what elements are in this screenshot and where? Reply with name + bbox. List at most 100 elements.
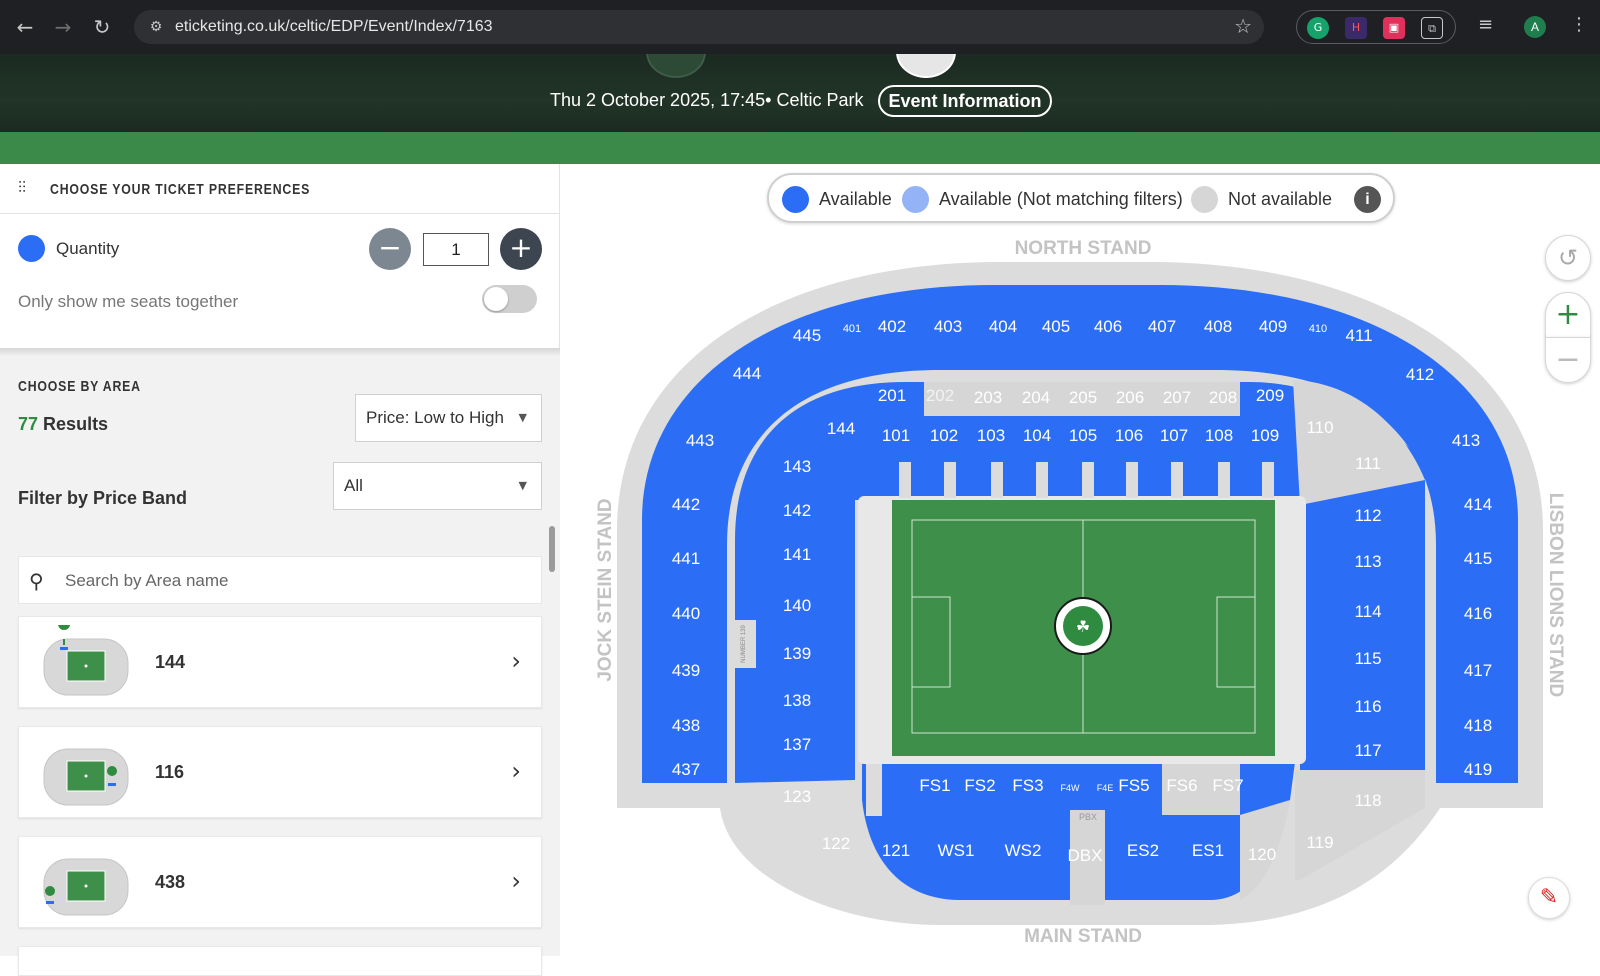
svg-text:417: 417 — [1464, 661, 1492, 680]
reset-view-icon[interactable]: ↺ — [1545, 235, 1591, 281]
svg-text:F4W: F4W — [1061, 783, 1081, 793]
forward-icon[interactable]: → — [50, 14, 76, 40]
svg-text:142: 142 — [783, 501, 811, 520]
svg-text:401: 401 — [843, 323, 861, 335]
price-band-label: Filter by Price Band — [18, 488, 188, 508]
svg-text:FS2: FS2 — [964, 776, 995, 795]
svg-text:104: 104 — [1023, 426, 1051, 445]
quantity-increase-button[interactable]: + — [500, 228, 542, 270]
svg-text:ES1: ES1 — [1192, 841, 1224, 860]
svg-text:123: 123 — [783, 787, 811, 806]
search-icon: ⚲ — [29, 569, 44, 593]
svg-text:117: 117 — [1354, 741, 1381, 760]
svg-text:138: 138 — [783, 691, 811, 710]
main-stand-label: MAIN STAND — [1024, 926, 1142, 947]
svg-text:204: 204 — [1022, 388, 1050, 407]
browser-toolbar: ← → ↻ ⚙ eticketing.co.uk/celtic/EDP/Even… — [0, 0, 1600, 54]
area-card-partial[interactable] — [18, 946, 542, 976]
svg-text:402: 402 — [878, 317, 906, 336]
section-divider — [0, 348, 560, 356]
svg-text:112: 112 — [1354, 506, 1381, 525]
svg-text:418: 418 — [1464, 716, 1492, 735]
extensions-group: G H ▣ ⧉ — [1296, 10, 1456, 44]
svg-text:102: 102 — [930, 426, 958, 445]
area-search-input[interactable] — [65, 567, 525, 595]
svg-text:207: 207 — [1163, 388, 1191, 407]
area-title: CHOOSE BY AREA — [18, 378, 141, 395]
legend-available: Available — [819, 189, 892, 209]
svg-text:109: 109 — [1251, 426, 1279, 445]
svg-text:137: 137 — [783, 735, 811, 754]
info-icon[interactable]: i — [1354, 186, 1381, 213]
svg-text:FS5: FS5 — [1118, 776, 1149, 795]
clipper-icon[interactable]: ▣ — [1383, 17, 1405, 39]
area-card-label: 438 — [155, 872, 186, 892]
svg-text:140: 140 — [783, 596, 811, 615]
event-banner: Thu 2 October 2025, 17:45• Celtic Park E… — [0, 54, 1600, 132]
area-card-116[interactable]: 116 › — [18, 726, 542, 818]
playlist-icon[interactable]: ≡ — [1478, 14, 1493, 35]
svg-text:FS3: FS3 — [1012, 776, 1043, 795]
price-band-select[interactable]: All ▼ — [333, 462, 542, 510]
west-stand-label: JOCK STEIN STAND — [595, 498, 616, 681]
address-bar[interactable]: ⚙ eticketing.co.uk/celtic/EDP/Event/Inde… — [134, 10, 1264, 44]
pdf-icon[interactable]: ✎ — [1528, 877, 1570, 919]
puzzle-icon[interactable]: ⧉ — [1421, 17, 1443, 39]
area-card-label: 116 — [155, 762, 185, 782]
chevron-right-icon: › — [511, 867, 521, 895]
profile-avatar[interactable]: A — [1524, 16, 1546, 38]
reload-icon[interactable]: ↻ — [89, 14, 115, 40]
event-information-button[interactable]: Event Information — [878, 85, 1052, 117]
svg-text:409: 409 — [1259, 317, 1287, 336]
sort-select[interactable]: Price: Low to High ▼ — [355, 394, 542, 442]
stadium-thumbnail — [43, 748, 129, 806]
svg-text:105: 105 — [1069, 426, 1097, 445]
svg-text:WS1: WS1 — [938, 841, 975, 860]
area-card-144[interactable]: 144 › — [18, 616, 542, 708]
svg-text:414: 414 — [1464, 495, 1492, 514]
east-stand-label: LISBON LIONS STAND — [1545, 493, 1566, 697]
quantity-dot-icon — [18, 235, 45, 262]
svg-text:413: 413 — [1452, 431, 1480, 450]
svg-text:439: 439 — [672, 661, 700, 680]
svg-text:121: 121 — [882, 841, 910, 860]
zoom-in-button[interactable]: + — [1545, 292, 1591, 338]
quantity-decrease-button[interactable]: − — [369, 228, 411, 270]
chevron-right-icon: › — [511, 757, 521, 785]
svg-text:408: 408 — [1204, 317, 1232, 336]
svg-text:120: 120 — [1248, 845, 1276, 864]
stadium-map: ☘ NORTH STAND MAIN STAND JOCK STEIN STAN… — [595, 238, 1566, 947]
svg-text:403: 403 — [934, 317, 962, 336]
svg-text:209: 209 — [1256, 386, 1284, 405]
svg-text:206: 206 — [1116, 388, 1144, 407]
availability-legend: Available Available (Not matching filter… — [767, 173, 1395, 223]
svg-text:440: 440 — [672, 604, 700, 623]
svg-text:411: 411 — [1345, 326, 1372, 345]
bookmark-star-icon[interactable]: ☆ — [1234, 14, 1252, 38]
seats-together-toggle[interactable] — [482, 285, 537, 313]
results-count: 77 Results — [18, 414, 108, 435]
svg-text:F4E: F4E — [1097, 783, 1114, 793]
zoom-out-button[interactable]: − — [1545, 337, 1591, 383]
svg-text:407: 407 — [1148, 317, 1176, 336]
svg-text:415: 415 — [1464, 549, 1492, 568]
quantity-field[interactable]: 1 — [423, 233, 489, 266]
honey-icon[interactable]: H — [1345, 17, 1367, 39]
more-menu-icon[interactable]: ⋮ — [1570, 14, 1588, 35]
legend-available-nomatch: Available (Not matching filters) — [939, 189, 1183, 209]
legend-not-available: Not available — [1228, 189, 1333, 209]
svg-text:119: 119 — [1306, 833, 1333, 852]
site-info-icon[interactable]: ⚙ — [144, 15, 168, 39]
svg-text:416: 416 — [1464, 604, 1492, 623]
svg-text:444: 444 — [733, 364, 761, 383]
svg-text:ES2: ES2 — [1127, 841, 1159, 860]
back-icon[interactable]: ← — [12, 14, 38, 40]
choose-by-area-section: CHOOSE BY AREA 77 Results Price: Low to … — [0, 356, 560, 976]
area-card-438[interactable]: 438 › — [18, 836, 542, 928]
home-team-crest — [646, 54, 706, 78]
sliders-icon: ⫶⫶ — [18, 178, 27, 197]
list-scrollbar[interactable] — [549, 526, 555, 572]
url-text[interactable]: eticketing.co.uk/celtic/EDP/Event/Index/… — [175, 18, 493, 36]
grammarly-icon[interactable]: G — [1307, 17, 1329, 39]
svg-text:412: 412 — [1406, 365, 1434, 384]
